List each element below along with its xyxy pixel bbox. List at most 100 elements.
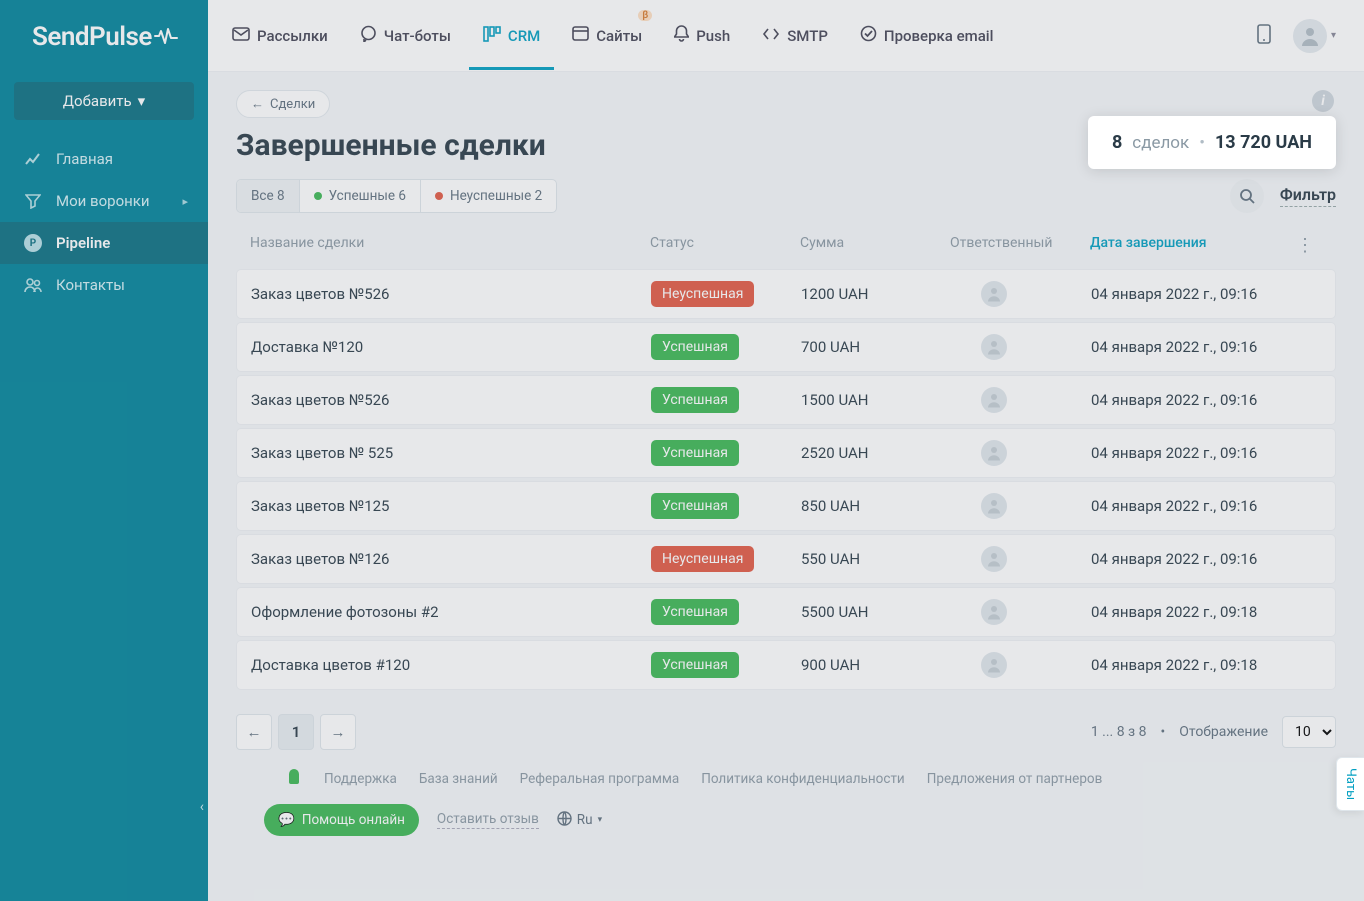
- table-row[interactable]: Оформление фотозоны #2Успешная5500 UAH04…: [236, 587, 1336, 637]
- cell-date: 04 января 2022 г., 09:16: [1091, 444, 1291, 462]
- cell-name: Доставка №120: [251, 338, 651, 356]
- topnav-sites[interactable]: Сайты β: [558, 2, 656, 69]
- cell-status: Успешная: [651, 493, 801, 519]
- cell-date: 04 января 2022 г., 09:18: [1091, 603, 1291, 621]
- cell-amount: 1500 UAH: [801, 391, 951, 409]
- footer-referral[interactable]: Реферальная программа: [520, 771, 680, 787]
- columns-menu-icon[interactable]: ⋮: [1290, 235, 1320, 256]
- cell-owner: [951, 652, 1091, 678]
- topnav-label: Рассылки: [257, 27, 328, 45]
- table-header: Название сделки Статус Сумма Ответственн…: [236, 225, 1336, 266]
- cell-name: Доставка цветов #120: [251, 656, 651, 674]
- col-name: Название сделки: [250, 235, 650, 256]
- footer-support[interactable]: Поддержка: [324, 771, 397, 787]
- avatar-icon: [1293, 19, 1327, 53]
- cell-owner: [951, 440, 1091, 466]
- topnav-crm[interactable]: CRM: [469, 2, 554, 70]
- status-badge: Успешная: [651, 387, 739, 413]
- footer-kb[interactable]: База знаний: [419, 771, 498, 787]
- code-icon: [762, 27, 780, 45]
- table-row[interactable]: Доставка цветов #120Успешная900 UAH04 ян…: [236, 640, 1336, 690]
- filter-tabs: Все 8 Успешные 6 Неуспешные 2: [236, 179, 557, 213]
- filter-tab-all[interactable]: Все 8: [237, 180, 300, 212]
- contacts-icon: [24, 277, 42, 293]
- topnav-mailings[interactable]: Рассылки: [218, 3, 342, 69]
- filter-tab-fail[interactable]: Неуспешные 2: [421, 180, 556, 212]
- content-area: i ← Сделки Завершенные сделки 8 сделок •…: [208, 72, 1364, 901]
- caret-down-icon: ▾: [1331, 30, 1336, 41]
- status-badge: Неуспешная: [651, 281, 754, 307]
- sidebar-item-pipeline[interactable]: P Pipeline: [0, 222, 208, 264]
- info-icon[interactable]: i: [1312, 90, 1334, 112]
- chat-bubble-icon: 💬: [278, 812, 295, 828]
- red-dot-icon: [435, 192, 443, 200]
- per-page-select[interactable]: 10: [1282, 716, 1336, 748]
- avatar-icon: [981, 493, 1007, 519]
- sidebar-item-main[interactable]: Главная: [0, 138, 208, 180]
- display-label: Отображение: [1179, 724, 1268, 740]
- search-button[interactable]: [1230, 179, 1264, 213]
- col-date[interactable]: Дата завершения: [1090, 235, 1290, 256]
- cell-name: Заказ цветов №526: [251, 391, 651, 409]
- android-icon[interactable]: [286, 768, 302, 790]
- cell-status: Успешная: [651, 652, 801, 678]
- cell-status: Неуспешная: [651, 546, 801, 572]
- footer-privacy[interactable]: Политика конфиденциальности: [701, 771, 905, 787]
- topnav-label: SMTP: [787, 27, 828, 45]
- status-badge: Успешная: [651, 652, 739, 678]
- cell-name: Оформление фотозоны #2: [251, 603, 651, 621]
- dot-separator-icon: •: [1161, 724, 1166, 740]
- brand-text: SendPulse: [32, 22, 152, 52]
- cell-name: Заказ цветов №126: [251, 550, 651, 568]
- table-row[interactable]: Заказ цветов №526Успешная 1500 UAH 04 янва…: [236, 375, 1336, 425]
- caret-down-icon: ▾: [138, 92, 146, 110]
- footer-partners[interactable]: Предложения от партнеров: [927, 771, 1103, 787]
- funnel-icon: [24, 193, 42, 209]
- mobile-icon[interactable]: [1257, 24, 1271, 48]
- sidebar-item-label: Контакты: [56, 276, 125, 294]
- sidebar-item-contacts[interactable]: Контакты: [0, 264, 208, 306]
- table-row[interactable]: Заказ цветов №125Успешная850 UAH04 январ…: [236, 481, 1336, 531]
- topnav-label: CRM: [508, 27, 540, 45]
- topnav-push[interactable]: Push: [660, 1, 744, 70]
- back-link[interactable]: ← Сделки: [236, 90, 330, 118]
- chart-icon: [24, 151, 42, 167]
- sidebar-item-funnels[interactable]: Мои воронки ▸: [0, 180, 208, 222]
- table-row[interactable]: Заказ цветов №526Неуспешная1200 UAH04 ян…: [236, 269, 1336, 319]
- add-button[interactable]: Добавить ▾: [14, 82, 194, 120]
- cell-date: 04 января 2022 г., 09:16: [1091, 391, 1291, 409]
- chat-icon: [360, 25, 377, 46]
- table-row[interactable]: Заказ цветов № 525Успешная2520 UAH04 янв…: [236, 428, 1336, 478]
- status-badge: Неуспешная: [651, 546, 754, 572]
- filter-link[interactable]: Фильтр: [1280, 185, 1336, 207]
- pager-prev[interactable]: ←: [236, 714, 272, 750]
- topnav-chatbots[interactable]: Чат-боты: [346, 1, 465, 70]
- help-online-button[interactable]: 💬 Помощь онлайн: [264, 804, 419, 836]
- chat-side-tab[interactable]: Чаты: [1336, 757, 1364, 811]
- filter-tab-success[interactable]: Успешные 6: [300, 180, 421, 212]
- language-selector[interactable]: Ru ▾: [557, 811, 602, 830]
- topnav-label: Чат-боты: [384, 27, 451, 45]
- table-row[interactable]: Заказ цветов №126Неуспешная550 UAH04 янв…: [236, 534, 1336, 584]
- caret-down-icon: ▾: [598, 815, 603, 825]
- back-label: Сделки: [270, 97, 315, 112]
- deals-table: Название сделки Статус Сумма Ответственн…: [236, 225, 1336, 690]
- cell-date: 04 января 2022 г., 09:16: [1091, 550, 1291, 568]
- table-row[interactable]: Доставка №120Успешная700 UAH04 января 20…: [236, 322, 1336, 372]
- cell-date: 04 января 2022 г., 09:16: [1091, 338, 1291, 356]
- pager-next[interactable]: →: [320, 714, 356, 750]
- pager-info-text: 1 ... 8 з 8: [1091, 724, 1147, 740]
- topnav-smtp[interactable]: SMTP: [748, 3, 842, 69]
- user-menu[interactable]: ▾: [1293, 19, 1336, 53]
- search-icon: [1239, 188, 1255, 204]
- pager-page-1[interactable]: 1: [278, 714, 314, 750]
- cell-owner: [951, 599, 1091, 625]
- cell-status: Успешная: [651, 334, 801, 360]
- avatar-icon: [981, 440, 1007, 466]
- avatar-icon: [981, 599, 1007, 625]
- topnav-verify[interactable]: Проверка email: [846, 1, 1008, 70]
- cell-status: Успешная: [651, 387, 801, 413]
- feedback-link[interactable]: Оставить отзыв: [437, 811, 539, 829]
- status-badge: Успешная: [651, 440, 739, 466]
- col-owner: Ответственный: [950, 235, 1090, 256]
